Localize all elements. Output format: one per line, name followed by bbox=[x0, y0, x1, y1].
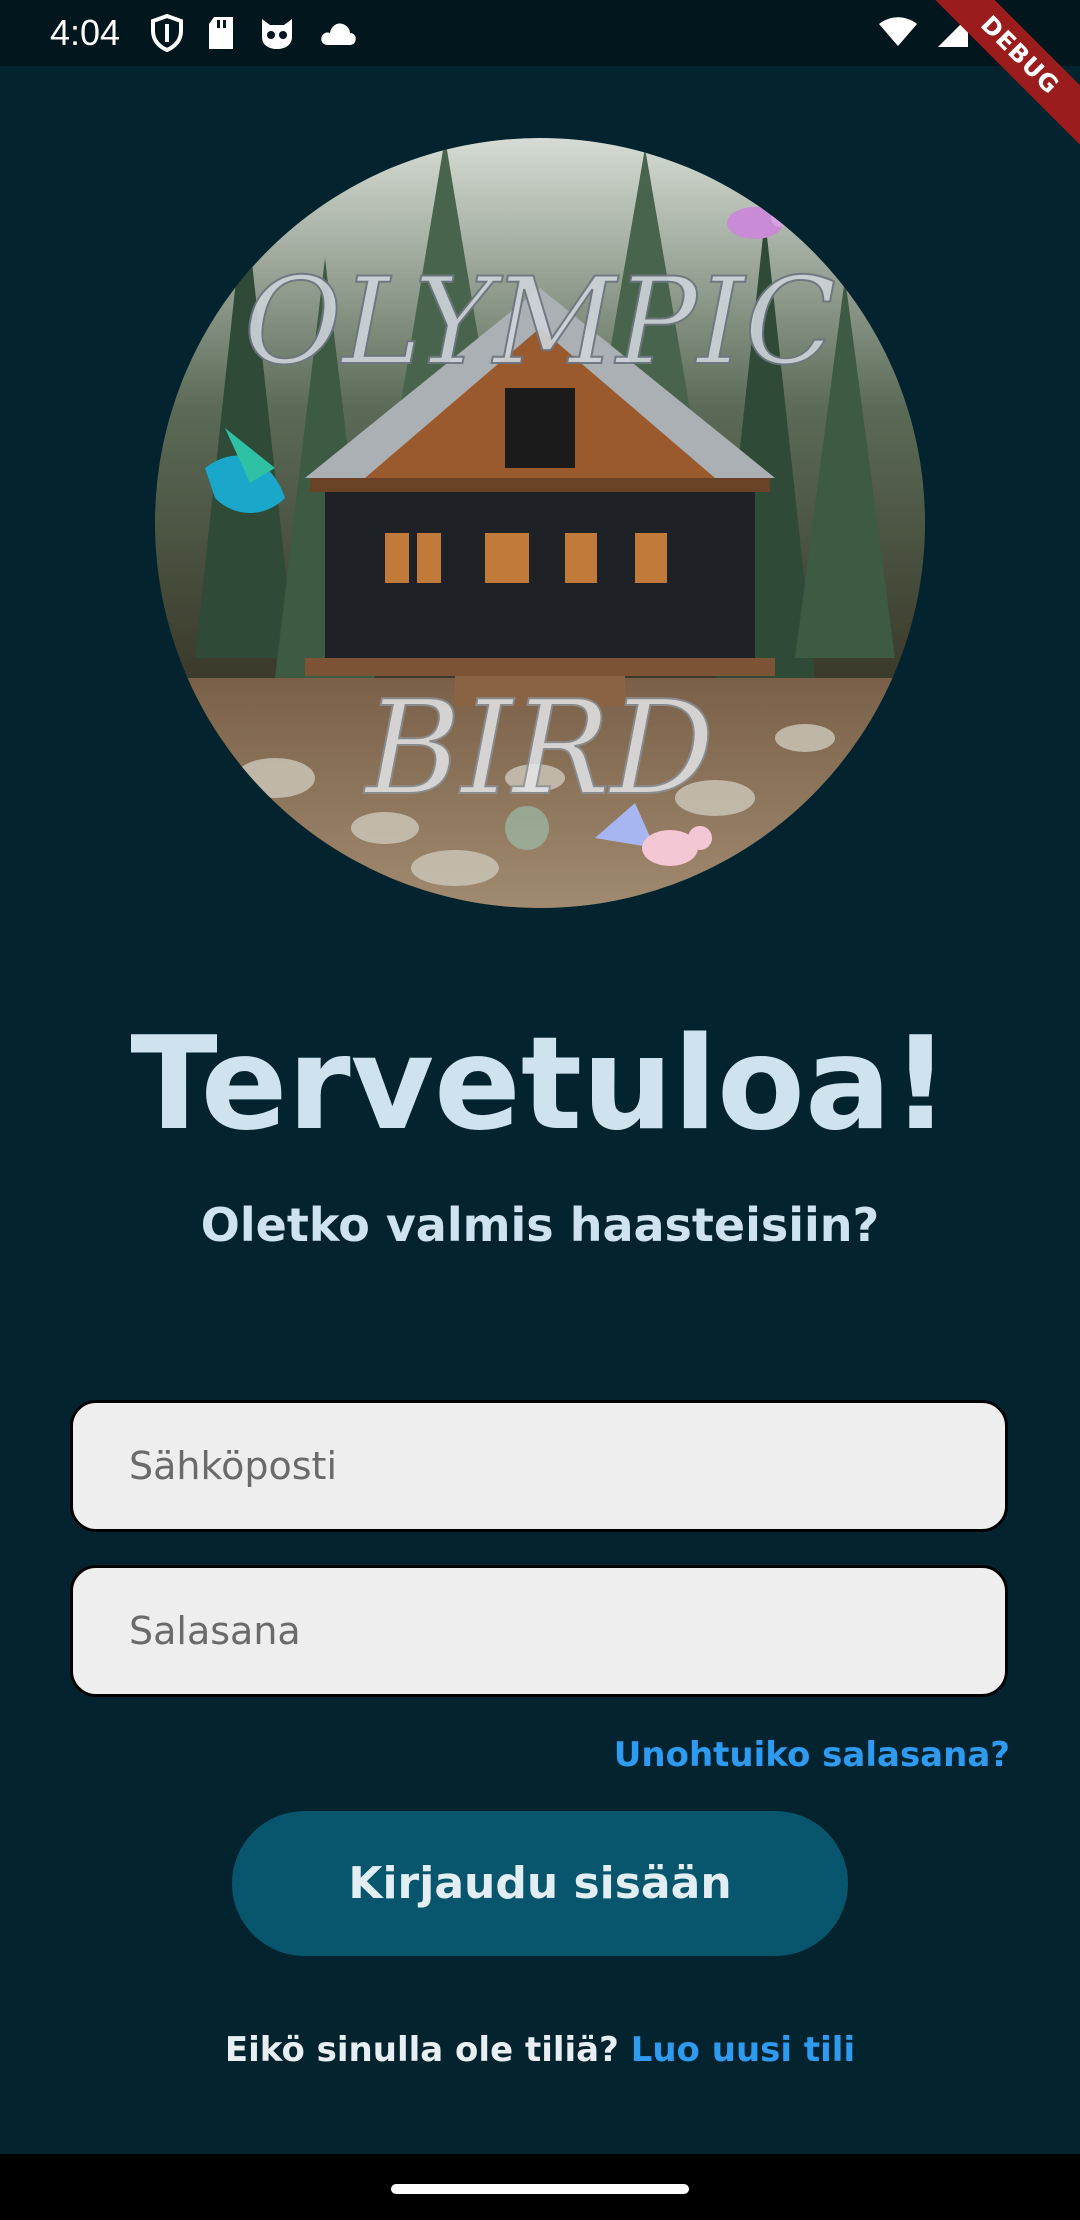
status-time: 4:04 bbox=[50, 12, 121, 53]
wifi-icon bbox=[878, 16, 918, 52]
shield-icon bbox=[150, 13, 184, 56]
cloud-icon bbox=[318, 19, 358, 51]
home-gesture-handle[interactable] bbox=[391, 2184, 689, 2194]
email-field[interactable] bbox=[70, 1400, 1008, 1532]
signup-prompt: Eikö sinulla ole tiliä? bbox=[224, 2030, 631, 2070]
signup-row: Eikö sinulla ole tiliä? Luo uusi tili bbox=[0, 2025, 1080, 2075]
password-input[interactable] bbox=[73, 1568, 1005, 1694]
login-button[interactable]: Kirjaudu sisään bbox=[232, 1811, 848, 1956]
status-bar: 4:04 DEBUG bbox=[0, 0, 1080, 155]
sd-card-icon bbox=[206, 15, 236, 55]
create-account-link[interactable]: Luo uusi tili bbox=[631, 2030, 855, 2070]
logo-text-top: OLYMPIC bbox=[244, 253, 836, 392]
password-field[interactable] bbox=[70, 1565, 1008, 1697]
forgot-password-link[interactable]: Unohtuiko salasana? bbox=[614, 1730, 1010, 1780]
status-icons-left bbox=[150, 13, 358, 56]
app-logo-image: OLYMPIC BIRD bbox=[155, 138, 925, 908]
email-input[interactable] bbox=[73, 1403, 1005, 1529]
logo-text-bottom: BIRD bbox=[364, 672, 715, 824]
cat-face-icon bbox=[258, 15, 296, 55]
welcome-subtitle: Oletko valmis haasteisiin? bbox=[200, 1198, 880, 1252]
system-nav-bar bbox=[0, 2154, 1080, 2220]
welcome-title: Tervetuloa! bbox=[130, 1010, 950, 1159]
